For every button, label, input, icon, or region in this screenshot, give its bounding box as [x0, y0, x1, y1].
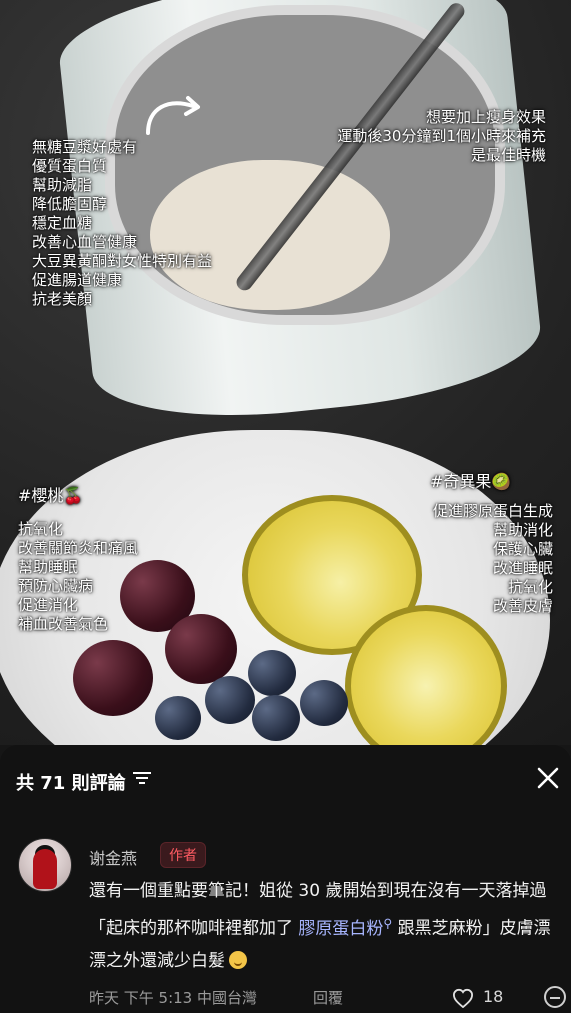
heart-icon[interactable] — [452, 988, 474, 1008]
blueberry — [300, 680, 348, 726]
blueberry — [248, 650, 296, 696]
filter-icon[interactable] — [133, 771, 151, 785]
comment-meta: 昨天 下午 5:13 中國台灣 — [89, 989, 257, 1007]
kiwi-tag: #奇異果🥝 — [430, 472, 512, 491]
curved-arrow-icon — [146, 96, 200, 135]
like-count: 18 — [483, 987, 504, 1006]
reply-button[interactable]: 回覆 — [313, 987, 343, 1008]
product-link-label: 膠原蛋白粉 — [298, 918, 384, 939]
cherry-benefits-text: 抗氧化 改善關節炎和痛風 幫助睡眠 預防心臟病 促進消化 補血改善氣色 — [18, 520, 139, 633]
product-link[interactable]: 膠原蛋白粉⚲ — [298, 916, 393, 939]
kiwi-benefits-text: 促進膠原蛋白生成 幫助消化 保護心臟 改進睡眠 抗氧化 改善皮膚 — [432, 502, 553, 615]
cherry — [73, 640, 153, 716]
blueberry — [155, 696, 201, 740]
avatar[interactable] — [18, 838, 72, 892]
cherry-tag: #櫻桃🍒 — [18, 486, 84, 505]
close-icon[interactable] — [535, 765, 561, 791]
comments-count-title: 共 71 則評論 — [16, 773, 126, 794]
more-icon[interactable] — [544, 986, 566, 1008]
comment-text: 還有一個重點要筆記！姐從 30 歲開始到現在沒有一天落掉過「起床的那杯咖啡裡都加… — [89, 875, 559, 977]
comment-author-name[interactable]: 谢金燕 — [89, 845, 137, 869]
blueberry — [205, 676, 255, 724]
avatar-figure — [33, 849, 57, 889]
cherry — [165, 614, 237, 684]
search-icon: ⚲ — [383, 916, 393, 930]
workout-tip-text: 想要加上瘦身效果 運動後30分鐘到1個小時來補充 是最佳時機 — [337, 108, 546, 164]
soy-milk-benefits-text: 無糖豆漿好處有 優質蛋白質 幫助減脂 降低膽固醇 穩定血糖 改善心血管健康 大豆… — [32, 138, 213, 308]
comments-sheet: 共 71 則評論 谢金燕 作者 還有一個重點要筆記！姐從 30 歲開始到現在沒有… — [0, 745, 571, 1013]
blueberry — [252, 695, 300, 741]
post-photo: 無糖豆漿好處有 優質蛋白質 幫助減脂 降低膽固醇 穩定血糖 改善心血管健康 大豆… — [0, 0, 571, 745]
author-badge: 作者 — [160, 842, 206, 868]
smile-emoji-icon — [229, 950, 247, 969]
